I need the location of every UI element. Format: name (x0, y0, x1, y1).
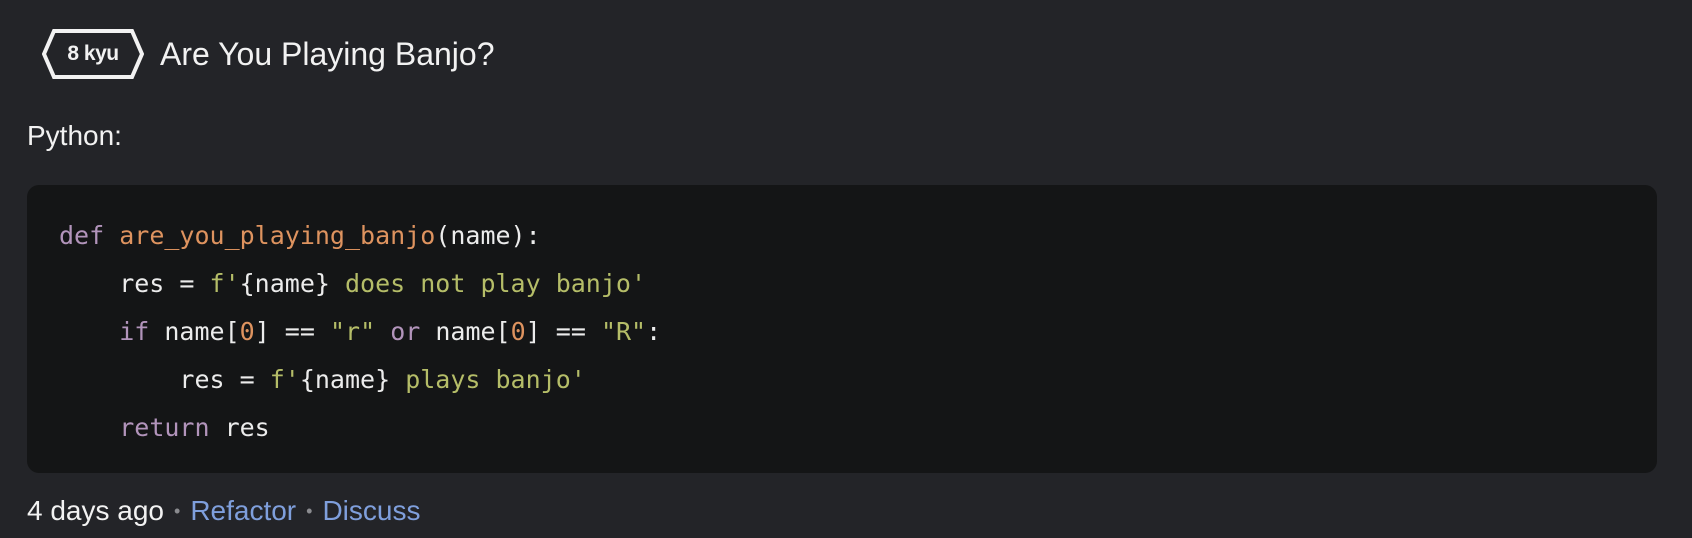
language-label: Python: (27, 120, 122, 151)
code-token: : (646, 317, 662, 346)
code-token: plays banjo' (390, 365, 586, 394)
code-token: name[ (149, 317, 240, 346)
code-token: f' (269, 365, 300, 394)
code-token: {name} (299, 365, 391, 394)
code-token: does not play banjo' (329, 269, 647, 298)
code-token: are_you_playing_banjo (119, 221, 436, 250)
code-token: ] == (254, 317, 330, 346)
separator-dot: • (306, 500, 313, 521)
code-token: f' (209, 269, 240, 298)
code-token: res (209, 413, 270, 442)
code-line: res = f'{name} plays banjo' (59, 356, 1657, 404)
code-line: def are_you_playing_banjo(name): (59, 212, 1657, 260)
code-token: 0 (239, 317, 255, 346)
discuss-link[interactable]: Discuss (322, 495, 420, 527)
code-token: (name): (435, 221, 541, 250)
code-block: def are_you_playing_banjo(name): res = f… (27, 185, 1657, 473)
kata-title[interactable]: Are You Playing Banjo? (160, 36, 494, 73)
code-line: res = f'{name} does not play banjo' (59, 260, 1657, 308)
code-line: return res (59, 404, 1657, 452)
code-token: res = (59, 269, 210, 298)
code-token: res = (59, 365, 270, 394)
refactor-link[interactable]: Refactor (190, 495, 296, 527)
code-token: def (59, 221, 105, 250)
code-line: if name[0] == "r" or name[0] == "R": (59, 308, 1657, 356)
code-token: "r" (329, 317, 376, 346)
solution-footer: 4 days ago • Refactor • Discuss (27, 491, 420, 531)
separator-dot: • (174, 500, 181, 521)
code-token: if (119, 317, 150, 346)
code-token: return (119, 413, 210, 442)
code-token: 0 (510, 317, 526, 346)
code-token: ] == (525, 317, 601, 346)
code-token: or (390, 317, 421, 346)
kyu-rank-badge: 8 kyu (42, 28, 144, 80)
code-token: {name} (239, 269, 330, 298)
code-token: "R" (600, 317, 647, 346)
kyu-rank-label: 8 kyu (67, 42, 119, 65)
kata-header: 8 kyu Are You Playing Banjo? (42, 28, 494, 80)
timestamp: 4 days ago (27, 495, 164, 526)
code-token: name[ (420, 317, 511, 346)
